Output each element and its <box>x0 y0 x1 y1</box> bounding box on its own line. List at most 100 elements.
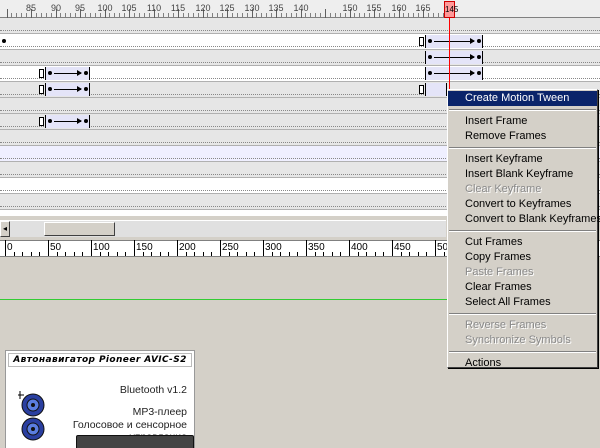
keyframe-dot[interactable] <box>477 71 481 75</box>
motion-tween-span[interactable] <box>45 83 90 96</box>
motion-tween-span[interactable] <box>425 51 483 64</box>
frame-number-label: 120 <box>195 3 211 13</box>
menu-item-insert-keyframe[interactable]: Insert Keyframe <box>448 152 597 167</box>
scrollbar-thumb[interactable] <box>44 222 115 236</box>
motion-tween-span[interactable] <box>45 115 90 128</box>
keyframe-dot[interactable] <box>428 39 432 43</box>
motion-tween-span[interactable] <box>425 83 447 96</box>
tween-arrow-icon <box>54 70 82 76</box>
menu-item-convert-to-keyframes[interactable]: Convert to Keyframes <box>448 197 597 212</box>
ruler-tick <box>211 252 212 256</box>
ruler-tick <box>297 252 298 256</box>
frame-number-label: 90 <box>50 3 62 13</box>
menu-item-actions[interactable]: Actions <box>448 356 597 371</box>
keyframe-dot[interactable] <box>48 71 52 75</box>
motion-tween-span[interactable] <box>45 67 90 80</box>
keyframe-dot[interactable] <box>477 39 481 43</box>
frame-number-label: 150 <box>342 3 358 13</box>
blank-keyframe[interactable] <box>39 69 44 78</box>
keyframe-dot[interactable] <box>428 71 432 75</box>
frame-number-label: 110 <box>146 3 162 13</box>
ruler-tick <box>418 252 419 256</box>
menu-item-copy-frames[interactable]: Copy Frames <box>448 250 597 265</box>
ruler-tick <box>254 252 255 256</box>
menu-item-select-all-frames[interactable]: Select All Frames <box>448 295 597 310</box>
speaker-icon <box>18 391 45 441</box>
timeline-layer-row[interactable] <box>0 18 600 34</box>
ruler-tick <box>160 252 161 256</box>
frame-number-label: 140 <box>293 3 309 13</box>
ruler-tick <box>349 240 350 256</box>
blank-keyframe[interactable] <box>419 37 424 46</box>
frame-number-label: 100 <box>97 3 113 13</box>
playhead[interactable]: 145 <box>444 1 458 18</box>
keyframe-dot[interactable] <box>48 87 52 91</box>
menu-item-convert-to-blank-keyframes[interactable]: Convert to Blank Keyframes <box>448 212 600 227</box>
guide-line[interactable] <box>0 299 460 300</box>
ruler-tick <box>74 252 75 256</box>
ruler-tick <box>82 252 83 256</box>
keyframe-dot[interactable] <box>428 55 432 59</box>
menu-separator <box>449 109 596 111</box>
ruler-tick <box>246 252 247 256</box>
scroll-left-arrow-icon[interactable]: ◂ <box>0 221 10 237</box>
ruler-tick <box>263 240 264 256</box>
stage-ruler-label: 150 <box>136 242 153 253</box>
ruler-tick <box>426 252 427 256</box>
ad-banner[interactable]: Автонавигатор Pioneer AVIC-S2 Bluetooth … <box>5 350 195 448</box>
keyframe-dot[interactable] <box>48 119 52 123</box>
keyframe-dot[interactable] <box>84 119 88 123</box>
timeline-layer-row[interactable] <box>0 34 600 50</box>
keyframe-dot[interactable] <box>84 87 88 91</box>
keyframe-dot[interactable] <box>84 71 88 75</box>
blank-keyframe[interactable] <box>419 85 424 94</box>
keyframe-dot[interactable] <box>477 55 481 59</box>
stage-ruler-label: 450 <box>394 242 411 253</box>
menu-item-create-motion-tween[interactable]: Create Motion Tween <box>448 91 597 106</box>
timeline-layer-row[interactable] <box>0 66 600 82</box>
frame-number-label: 95 <box>74 3 86 13</box>
frame-dots <box>0 62 600 63</box>
menu-separator <box>449 230 596 232</box>
ruler-tick <box>22 252 23 256</box>
menu-item-insert-frame[interactable]: Insert Frame <box>448 114 597 129</box>
frame-dots <box>0 78 600 79</box>
menu-item-remove-frames[interactable]: Remove Frames <box>448 129 597 144</box>
motion-tween-span[interactable] <box>425 67 483 80</box>
stage-ruler-label: 300 <box>265 242 282 253</box>
tween-arrow-icon <box>54 86 82 92</box>
menu-item-reverse-frames: Reverse Frames <box>465 319 547 331</box>
menu-separator <box>449 351 596 353</box>
frame-number-label: 165 <box>415 3 431 13</box>
frame-ruler[interactable]: 85 90 95 100 105 110 115 120 125 130 135 140 150 155 1… <box>0 0 600 18</box>
timeline-layer-row[interactable] <box>0 50 600 66</box>
blank-keyframe[interactable] <box>39 117 44 126</box>
ruler-tick <box>325 9 326 18</box>
stage-ruler-label: 250 <box>222 242 239 253</box>
navigator-device-image <box>76 435 194 448</box>
menu-item-cut-frames[interactable]: Cut Frames <box>448 235 597 250</box>
menu-item-synchronize-symbols: Synchronize Symbols <box>465 334 571 346</box>
ad-banner-line: MP3-плеер <box>132 406 187 418</box>
menu-item-clear-frames[interactable]: Clear Frames <box>448 280 597 295</box>
tween-arrow-icon <box>54 118 82 124</box>
ad-banner-title: Автонавигатор Pioneer AVIC-S2 <box>8 353 192 367</box>
ruler-tick <box>168 252 169 256</box>
ruler-tick <box>65 252 66 256</box>
menu-item-insert-blank-keyframe[interactable]: Insert Blank Keyframe <box>448 167 597 182</box>
frame-number-label: 135 <box>268 3 284 13</box>
frame-number-label: 155 <box>366 3 382 13</box>
ruler-tick <box>306 240 307 256</box>
stage-ruler-label: 400 <box>351 242 368 253</box>
ruler-tick <box>48 240 49 256</box>
frame-number-label: 130 <box>244 3 260 13</box>
keyframe-dot[interactable] <box>2 39 6 43</box>
ruler-tick <box>177 240 178 256</box>
ad-banner-line: Голосовое и сенсорное <box>72 419 187 431</box>
blank-keyframe[interactable] <box>39 85 44 94</box>
motion-tween-span[interactable] <box>425 35 483 48</box>
ad-banner-line: Bluetooth v1.2 <box>119 384 187 396</box>
timeline-horizontal-scrollbar[interactable]: ◂ <box>0 220 446 237</box>
frame-number-label: 115 <box>170 3 186 13</box>
ruler-tick <box>5 240 6 256</box>
